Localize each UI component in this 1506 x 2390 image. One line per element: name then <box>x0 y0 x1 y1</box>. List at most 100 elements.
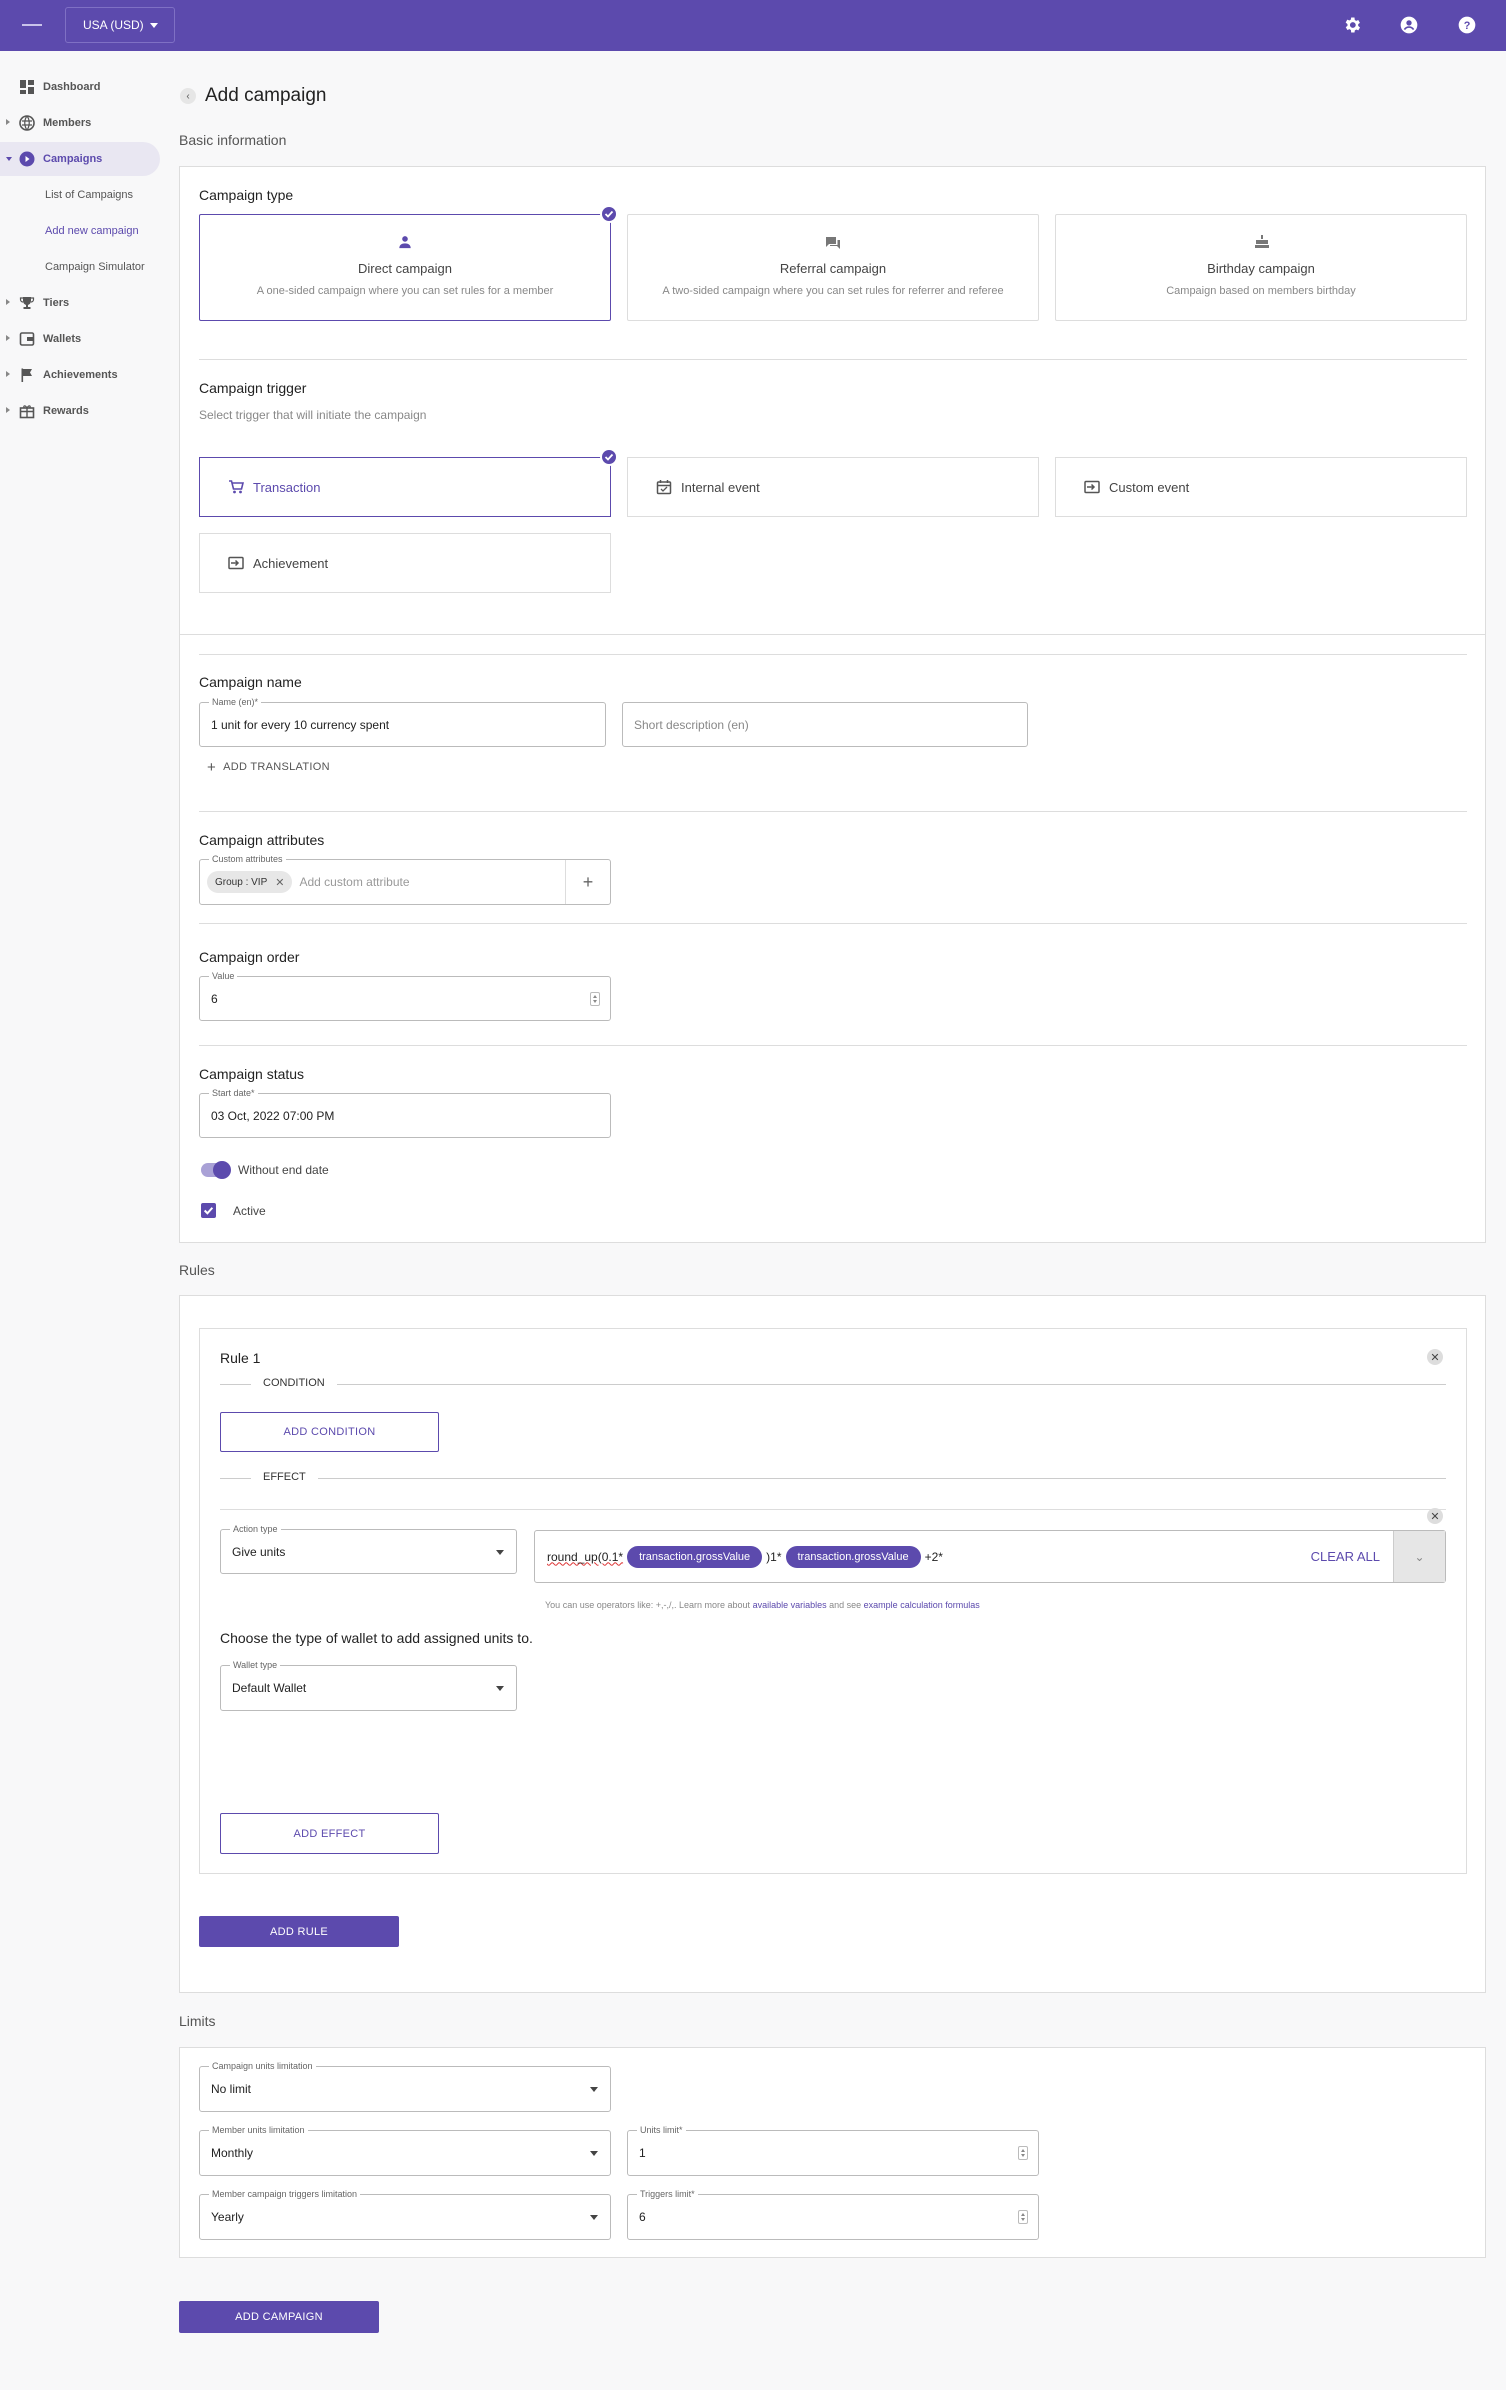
tile-desc: Campaign based on members birthday <box>1166 285 1356 297</box>
currency-select[interactable]: USA (USD) <box>65 7 175 43</box>
trigger-internal-event[interactable]: Internal event <box>627 457 1039 517</box>
sidebar-item-dashboard[interactable]: Dashboard <box>0 70 160 104</box>
add-campaign-button[interactable]: ADD CAMPAIGN <box>179 2301 379 2333</box>
chevron-down-icon <box>590 2087 598 2092</box>
campaign-type-birthday[interactable]: Birthday campaign Campaign based on memb… <box>1055 214 1467 321</box>
chevron-right-icon <box>6 407 10 413</box>
sidebar-item-wallets[interactable]: Wallets <box>0 322 160 356</box>
field-label: Value <box>209 970 238 982</box>
field-value: 6 <box>639 2210 646 2224</box>
stepper-icon[interactable] <box>590 991 600 1006</box>
custom-attributes-field[interactable]: Custom attributes Group : VIP ✕ Add custo… <box>199 853 611 905</box>
campaign-type-referral[interactable]: Referral campaign A two-sided campaign w… <box>627 214 1039 321</box>
stepper-icon[interactable] <box>1018 2210 1028 2224</box>
logo[interactable] <box>22 24 42 26</box>
add-condition-button[interactable]: ADD CONDITION <box>220 1412 439 1452</box>
account-icon[interactable] <box>1399 15 1419 35</box>
action-type-select[interactable]: Action type Give units <box>220 1523 517 1574</box>
field-label: Member campaign triggers limitation <box>209 2188 361 2200</box>
campaign-units-limitation-select[interactable]: Campaign units limitation No limit <box>199 2060 611 2112</box>
section-basic-info: Basic information <box>179 132 287 148</box>
clear-all-button[interactable]: CLEAR ALL <box>1311 1549 1380 1564</box>
field-label: Triggers limit* <box>637 2188 698 2200</box>
formula-input[interactable]: round_up(0.1* transaction.grossValue )1*… <box>534 1530 1446 1583</box>
chevron-right-icon <box>6 335 10 341</box>
field-value: Default Wallet <box>232 1681 307 1695</box>
section-limits: Limits <box>179 2013 216 2029</box>
field-value: No limit <box>211 2082 252 2096</box>
start-date-field[interactable]: Start date* 03 Oct, 2022 07:00 PM <box>199 1087 611 1138</box>
campaign-attributes-title: Campaign attributes <box>199 832 325 848</box>
trigger-custom-event[interactable]: Custom event <box>1055 457 1467 517</box>
back-icon[interactable]: ‹ <box>180 88 196 104</box>
divider <box>220 1509 1446 1510</box>
settings-icon[interactable] <box>1342 15 1362 35</box>
divider <box>199 1045 1467 1046</box>
help-icon[interactable]: ? <box>1457 15 1477 35</box>
sidebar-item-members[interactable]: Members <box>0 106 160 140</box>
sidebar-item-label: Dashboard <box>43 81 101 93</box>
sidebar-subitem-add-campaign[interactable]: Add new campaign <box>45 225 139 237</box>
sidebar-subitem-list-campaigns[interactable]: List of Campaigns <box>45 189 133 201</box>
variable-chip[interactable]: transaction.grossValue <box>627 1545 763 1568</box>
divider <box>179 634 1486 635</box>
trigger-label: Transaction <box>253 479 321 495</box>
field-value: 03 Oct, 2022 07:00 PM <box>211 1108 335 1123</box>
tile-title: Direct campaign <box>358 261 452 276</box>
stepper-icon[interactable] <box>1018 2146 1028 2160</box>
attribute-chip: Group : VIP ✕ <box>207 871 293 893</box>
trigger-achievement[interactable]: Achievement <box>199 533 611 593</box>
wallet-type-select[interactable]: Wallet type Default Wallet <box>220 1659 517 1711</box>
trophy-icon <box>19 297 35 309</box>
add-attribute-button[interactable]: + <box>565 860 610 904</box>
close-icon[interactable]: ✕ <box>275 876 284 889</box>
close-icon[interactable]: ✕ <box>1427 1349 1443 1365</box>
campaign-type-title: Campaign type <box>199 187 294 203</box>
sidebar-item-label: Achievements <box>43 369 118 381</box>
gift-icon <box>19 405 35 419</box>
add-effect-button[interactable]: ADD EFFECT <box>220 1813 439 1854</box>
campaign-type-direct[interactable]: Direct campaign A one-sided campaign whe… <box>199 214 611 321</box>
sidebar-item-campaigns[interactable]: Campaigns <box>0 142 160 176</box>
sidebar-item-achievements[interactable]: Achievements <box>0 358 160 392</box>
short-description-field[interactable]: Short description (en) <box>622 702 1028 747</box>
sidebar-item-rewards[interactable]: Rewards <box>0 394 160 428</box>
triggers-limitation-select[interactable]: Member campaign triggers limitation Year… <box>199 2188 611 2240</box>
wallet-icon <box>19 332 35 346</box>
name-en-field[interactable]: Name (en)* 1 unit for every 10 currency … <box>199 696 606 747</box>
units-limit-field[interactable]: Units limit* 1 <box>627 2124 1039 2176</box>
active-checkbox[interactable] <box>201 1203 216 1218</box>
trigger-transaction[interactable]: Transaction <box>199 457 611 517</box>
sidebar-item-tiers[interactable]: Tiers <box>0 286 160 320</box>
sidebar-subitem-simulator[interactable]: Campaign Simulator <box>45 261 145 273</box>
svg-text:?: ? <box>1464 20 1471 32</box>
campaign-trigger-subtitle: Select trigger that will initiate the ca… <box>199 408 427 422</box>
divider <box>220 1478 1446 1479</box>
member-units-limitation-select[interactable]: Member units limitation Monthly <box>199 2124 611 2176</box>
play-circle-icon <box>19 151 35 167</box>
add-translation-button[interactable]: + ADD TRANSLATION <box>207 760 330 775</box>
divider <box>199 923 1467 924</box>
available-variables-link[interactable]: available variables <box>753 1600 827 1610</box>
trigger-label: Achievement <box>253 555 329 571</box>
expand-button[interactable]: ⌄ <box>1393 1531 1445 1582</box>
globe-icon <box>19 115 35 131</box>
end-date-toggle[interactable] <box>201 1161 231 1179</box>
variable-chip[interactable]: transaction.grossValue <box>785 1545 921 1568</box>
plus-icon: + <box>582 871 594 892</box>
field-placeholder: Short description (en) <box>634 717 749 732</box>
field-label: Start date* <box>209 1087 258 1099</box>
close-icon[interactable]: ✕ <box>1427 1508 1443 1524</box>
active-label: Active <box>233 1204 266 1218</box>
chevron-right-icon <box>6 371 10 377</box>
example-formulas-link[interactable]: example calculation formulas <box>864 1600 980 1610</box>
add-rule-button[interactable]: ADD RULE <box>199 1916 399 1947</box>
input-icon <box>228 556 244 570</box>
check-icon <box>600 205 618 223</box>
trigger-label: Internal event <box>681 479 760 495</box>
chevron-down-icon <box>496 1686 504 1691</box>
field-value: 1 <box>639 2146 646 2160</box>
formula-text: round_up(0.1* <box>547 1549 624 1564</box>
triggers-limit-field[interactable]: Triggers limit* 6 <box>627 2188 1039 2240</box>
order-value-field[interactable]: Value 6 <box>199 970 611 1021</box>
